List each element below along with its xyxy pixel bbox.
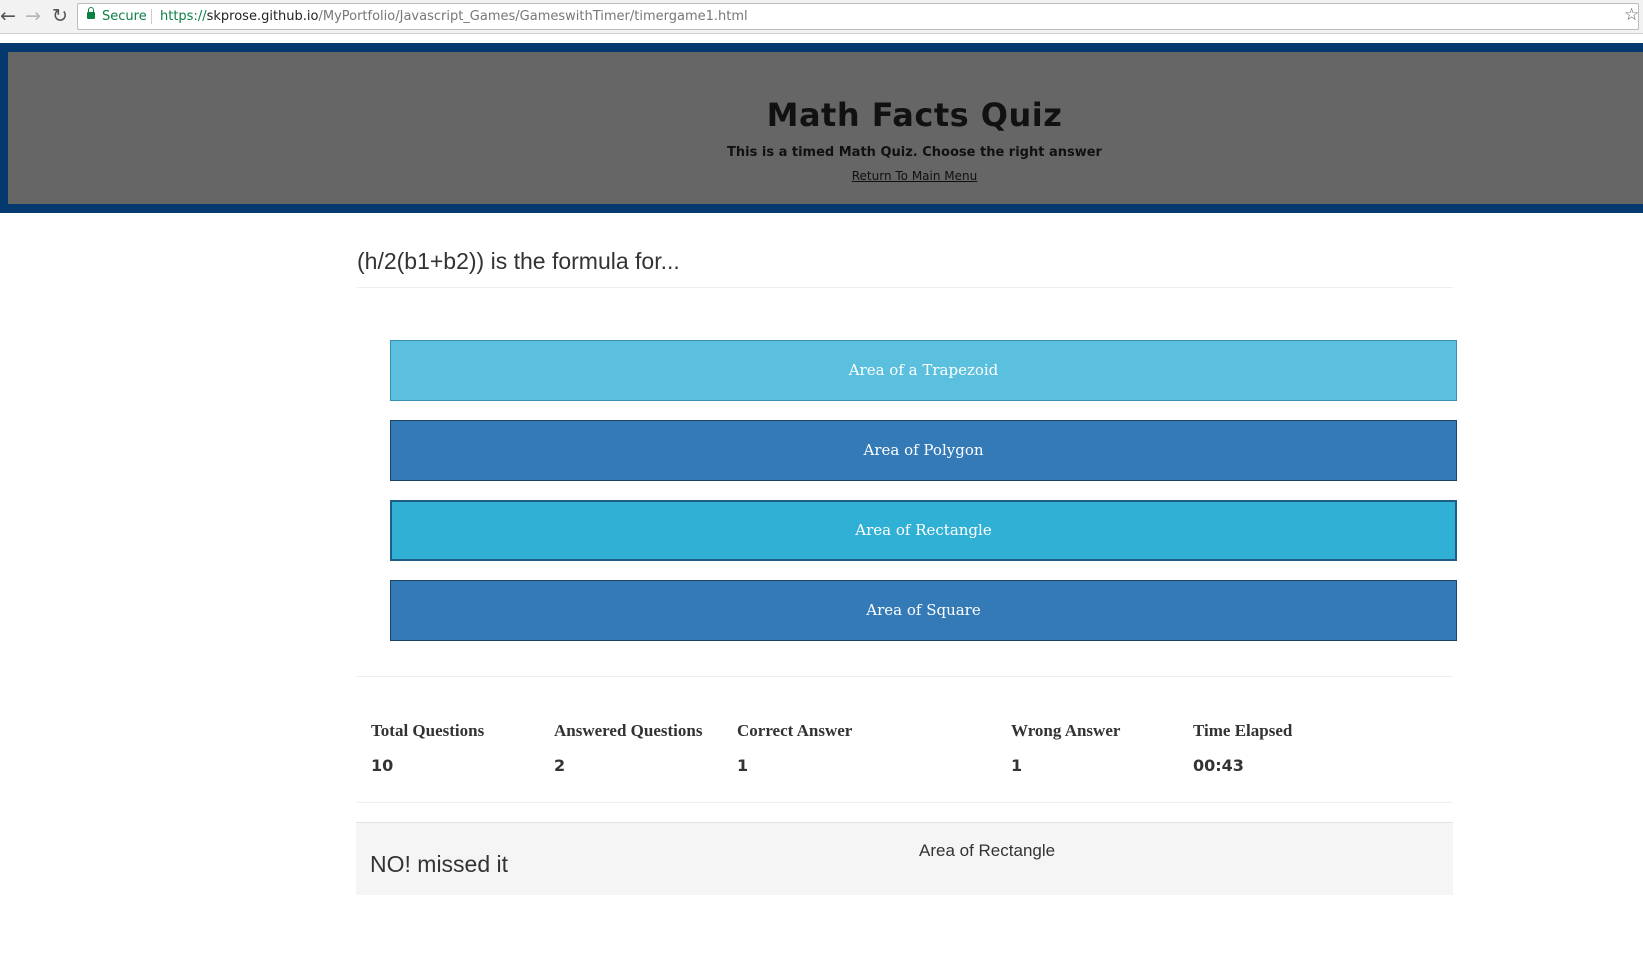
page-title: Math Facts Quiz [766,96,1063,134]
address-bar[interactable]: Secure https://skprose.github.io/MyPortf… [77,3,1639,30]
total-questions-label: Total Questions [371,721,485,740]
url-host: skprose.github.io [206,9,319,24]
time-elapsed-label: Time Elapsed [1193,721,1293,740]
quiz-header: Math Facts Quiz This is a timed Math Qui… [0,43,1643,213]
feedback-message: NO! missed it [370,851,509,877]
correct-answer-value: 1 [737,756,749,775]
correct-answer-label: Correct Answer [737,721,853,740]
answer-button-4[interactable]: Area of Square [390,580,1457,641]
page-subtitle: This is a timed Math Quiz. Choose the ri… [727,145,1102,160]
feedback-selected-answer: Area of Rectangle [919,841,1056,860]
question-text: (h/2(b1+b2)) is the formula for... [357,248,680,274]
lock-icon [87,7,95,19]
answer-button-1[interactable]: Area of a Trapezoid [390,340,1457,401]
url-path: /MyPortfolio/Javascript_Games/GameswithT… [318,9,748,24]
return-main-menu-link-wrap: Return To Main Menu [8,169,1643,183]
divider [357,676,1453,677]
time-elapsed-value: 00:43 [1193,756,1244,775]
answered-questions-value: 2 [554,756,566,775]
answer-button-3[interactable]: Area of Rectangle [390,500,1457,561]
divider [357,287,1453,288]
header-panel: Math Facts Quiz This is a timed Math Qui… [8,52,1643,204]
divider [357,802,1453,803]
url-scheme: https:// [160,9,207,24]
arrow-right-icon[interactable]: → [22,4,44,28]
answered-questions-label: Answered Questions [554,721,703,740]
wrong-answer-label: Wrong Answer [1011,721,1121,740]
browser-toolbar: ← → ↻ Secure https://skprose.github.io/M… [0,0,1643,34]
secure-label: Secure [102,9,147,24]
reload-icon[interactable]: ↻ [49,4,71,28]
feedback-panel: NO! missed it Area of Rectangle [356,822,1453,895]
url-text[interactable]: https://skprose.github.io/MyPortfolio/Ja… [160,4,748,29]
total-questions-value: 10 [371,756,394,775]
url-separator [151,9,152,24]
return-main-menu-link[interactable]: Return To Main Menu [852,169,978,183]
arrow-left-icon[interactable]: ← [0,4,19,28]
answer-button-2[interactable]: Area of Polygon [390,420,1457,481]
star-icon[interactable]: ☆ [1624,5,1639,25]
wrong-answer-value: 1 [1011,756,1023,775]
